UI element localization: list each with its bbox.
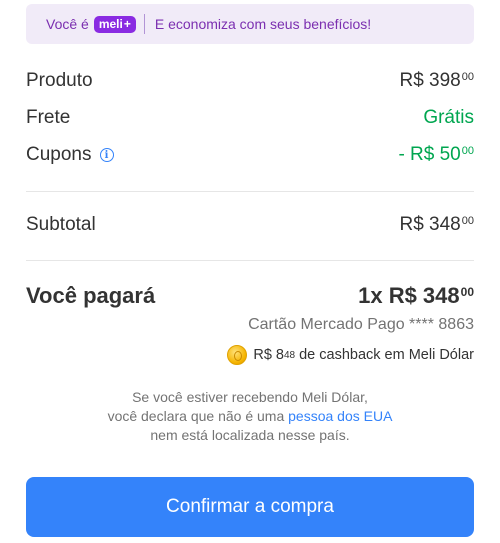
total-price: 1x R$ 348 00: [358, 283, 474, 309]
produto-cents: 00: [461, 71, 474, 83]
info-icon[interactable]: i: [99, 148, 114, 162]
cupons-row: Cupons i - R$ 50 00: [26, 144, 474, 166]
produto-row: Produto R$ 398 00: [26, 70, 474, 92]
meli-plus-logo-plus: +: [123, 17, 131, 31]
banner-separator: [143, 14, 145, 34]
cupons-label: Cupons: [26, 144, 92, 165]
meli-plus-banner: Você é meli + E economiza com seus benefí…: [26, 4, 474, 44]
produto-label: Produto: [26, 70, 93, 91]
subtotal-row: Subtotal R$ 348 00: [26, 214, 474, 236]
cashback-amount: R$ 8: [253, 347, 284, 363]
cupons-cents: 00: [461, 145, 474, 157]
meli-plus-logo: meli +: [93, 15, 136, 33]
subtotal-amount: R$ 348: [399, 214, 461, 235]
banner-message: E economiza com seus benefícios!: [154, 16, 372, 32]
cupons-amount: - R$ 50: [398, 144, 461, 165]
payment-card-info: Cartão Mercado Pago **** 8863: [248, 316, 474, 333]
cupons-label-group: Cupons i: [26, 144, 114, 166]
disclaimer-line-3: nem está localizada nesse país.: [150, 427, 350, 443]
cashback-cents: 48: [283, 349, 296, 361]
total-row: Você pagará 1x R$ 348 00: [26, 283, 474, 309]
disclaimer-line-2-text: você declara que não é uma: [107, 408, 289, 424]
banner-prefix: Você é: [46, 16, 89, 32]
cupons-price: - R$ 50 00: [398, 144, 474, 166]
divider: [26, 260, 474, 261]
produto-price: R$ 398 00: [399, 70, 474, 92]
disclaimer-line-2: você declara que não é uma pessoa dos EU…: [26, 407, 474, 426]
total-cents: 00: [460, 285, 474, 299]
subtotal-price: R$ 348 00: [399, 214, 474, 236]
divider: [26, 191, 474, 192]
total-label: Você pagará: [26, 283, 156, 308]
meli-plus-logo-text: meli: [98, 17, 123, 31]
meli-dolar-coin-icon: [227, 345, 248, 365]
subtotal-label: Subtotal: [26, 214, 96, 235]
meli-dolar-disclaimer: Se você estiver recebendo Meli Dólar, vo…: [26, 388, 474, 445]
confirm-purchase-button[interactable]: Confirmar a compra: [26, 477, 474, 537]
frete-label: Frete: [26, 107, 71, 128]
us-person-link[interactable]: pessoa dos EUA: [288, 408, 392, 424]
frete-row: Frete Grátis: [26, 107, 474, 129]
subtotal-cents: 00: [461, 215, 474, 227]
total-amount: 1x R$ 348: [358, 283, 460, 308]
frete-value: Grátis: [423, 107, 474, 128]
cashback-info: R$ 8 48 de cashback em Meli Dólar: [227, 345, 474, 365]
produto-amount: R$ 398: [399, 70, 461, 91]
disclaimer-line-1: Se você estiver recebendo Meli Dólar,: [132, 389, 368, 405]
cashback-text: de cashback em Meli Dólar: [299, 347, 474, 363]
